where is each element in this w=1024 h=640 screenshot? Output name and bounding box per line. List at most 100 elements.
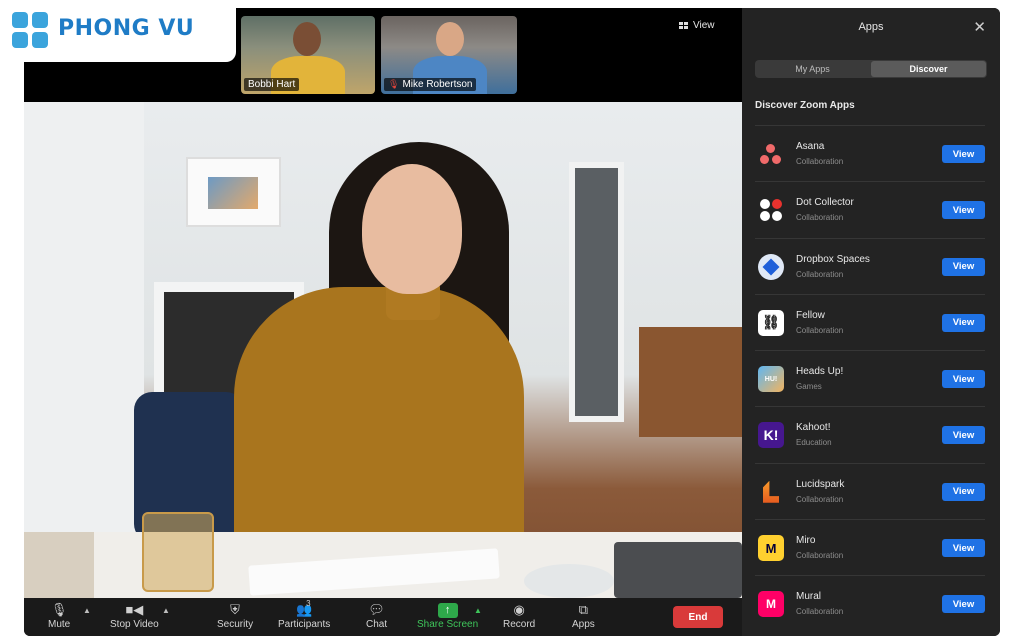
mute-label: Mute [48,619,71,630]
list-item: M Miro Collaboration View [755,519,985,575]
stop-video-label: Stop Video [110,619,159,630]
pen-holder [142,512,214,592]
asana-icon [758,141,784,167]
security-button[interactable]: ⛨ Security [217,601,253,630]
list-item: Asana Collaboration View [755,125,985,181]
view-app-button[interactable]: View [942,595,985,614]
logo-mark-icon [12,12,50,50]
app-name: Heads Up! [796,366,844,378]
microphone-icon: 🎙︎ [50,602,68,617]
mic-muted-icon: 🎙︎ [388,79,400,89]
miro-icon: M [758,535,784,562]
participant-tile[interactable]: 🎙︎ Mike Robertson [381,16,517,94]
app-category: Education [796,438,832,448]
audio-options-chevron-icon[interactable]: ▲ [83,606,91,615]
mural-icon: M [758,591,784,618]
view-app-button[interactable]: View [942,257,985,276]
phong-vu-logo: PHONG VU [0,0,236,62]
cup [524,564,614,598]
laptop [614,542,742,598]
list-item: M Mural Collaboration View [755,575,985,631]
participants-button[interactable]: 👥 3 Participants [278,599,331,630]
app-category: Collaboration [796,607,844,617]
app-category: Collaboration [796,494,844,504]
share-screen-icon: ↑ [437,601,458,619]
app-name: Kahoot! [796,422,831,434]
participant-tile[interactable]: Bobbi Hart [241,16,375,94]
shield-icon: ⛨ [230,602,240,617]
record-label: Record [503,619,536,630]
list-item: Dropbox Spaces Collaboration View [755,237,985,294]
view-button-label: View [693,20,715,31]
speaker-torso [234,287,524,557]
app-category: Collaboration [796,213,844,223]
apps-tab-switcher: My Apps Discover [755,60,987,78]
participants-count: 3 [306,599,311,608]
zoom-meeting-window: Bobbi Hart 🎙︎ Mike Robertson View 🎙︎ Mut… [24,8,1000,636]
list-item: K! Kahoot! Education View [755,406,985,462]
apps-icon: ⧉ [578,602,589,617]
app-category: Games [796,382,822,392]
share-options-chevron-icon[interactable]: ▲ [474,606,482,615]
view-app-button[interactable]: View [942,201,985,220]
view-app-button[interactable]: View [942,426,985,445]
video-camera-icon: ■◀ [125,602,144,617]
share-screen-label: Share Screen [417,619,479,630]
share-screen-button[interactable]: ↑ Share Screen [417,601,478,630]
fellow-icon: ⛓ [758,309,784,336]
view-app-button[interactable]: View [942,482,985,501]
app-name: Lucidspark [796,478,845,490]
view-button[interactable]: View [679,20,715,31]
background-wall [24,102,144,598]
kahoot-icon: K! [758,422,784,449]
record-button[interactable]: ◉ Record [503,601,535,630]
tab-discover[interactable]: Discover [871,61,986,77]
app-category: Collaboration [796,269,844,279]
chat-bubble-icon: 💬︎ [368,602,385,617]
end-meeting-button[interactable]: End [673,606,723,628]
app-list: Asana Collaboration View Dot Collector C… [755,125,985,632]
active-speaker-video [24,102,742,598]
participants-icon: 👥 3 [296,599,313,617]
list-item: HU! Heads Up! Games View [755,350,985,406]
participant-name: Bobbi Hart [248,79,296,90]
dropbox-icon [758,253,784,280]
apps-button[interactable]: ⧉ Apps [572,601,595,630]
logo-text: PHONG VU [58,16,195,41]
app-name: Dropbox Spaces [796,253,870,265]
mute-button[interactable]: 🎙︎ Mute [48,601,70,630]
app-category: Collaboration [796,551,844,561]
list-item: Lucidspark Collaboration View [755,462,985,519]
participants-label: Participants [278,619,331,630]
list-item: ⛓ Fellow Collaboration View [755,293,985,350]
app-name: Miro [796,535,816,547]
speaker-face [362,164,462,294]
apps-label: Apps [572,619,595,630]
app-name: Dot Collector [796,197,854,209]
app-name: Asana [796,141,825,152]
tab-my-apps[interactable]: My Apps [755,60,870,78]
participant-name-tag: 🎙︎ Mike Robertson [384,78,477,91]
app-category: Collaboration [796,325,844,335]
background-doorway [569,162,624,422]
participant-name-tag: Bobbi Hart [244,78,300,91]
apps-panel: Apps ✕ My Apps Discover Discover Zoom Ap… [742,8,1000,636]
view-app-button[interactable]: View [942,370,985,389]
video-options-chevron-icon[interactable]: ▲ [162,606,170,615]
heads-up-icon: HU! [758,366,784,393]
app-name: Mural [796,591,822,603]
security-label: Security [217,619,254,630]
stop-video-button[interactable]: ■◀ Stop Video [110,601,159,630]
participant-video [436,22,464,56]
view-app-button[interactable]: View [942,145,985,163]
dot-collector-icon [758,197,784,223]
chat-button[interactable]: 💬︎ Chat [366,601,387,630]
desk-box [24,532,94,598]
record-icon: ◉ [513,602,525,617]
close-icon[interactable]: ✕ [973,18,986,36]
view-app-button[interactable]: View [942,539,985,558]
section-title: Discover Zoom Apps [755,100,855,111]
view-app-button[interactable]: View [942,313,985,332]
participant-name: Mike Robertson [402,79,473,90]
list-item: Dot Collector Collaboration View [755,181,985,237]
